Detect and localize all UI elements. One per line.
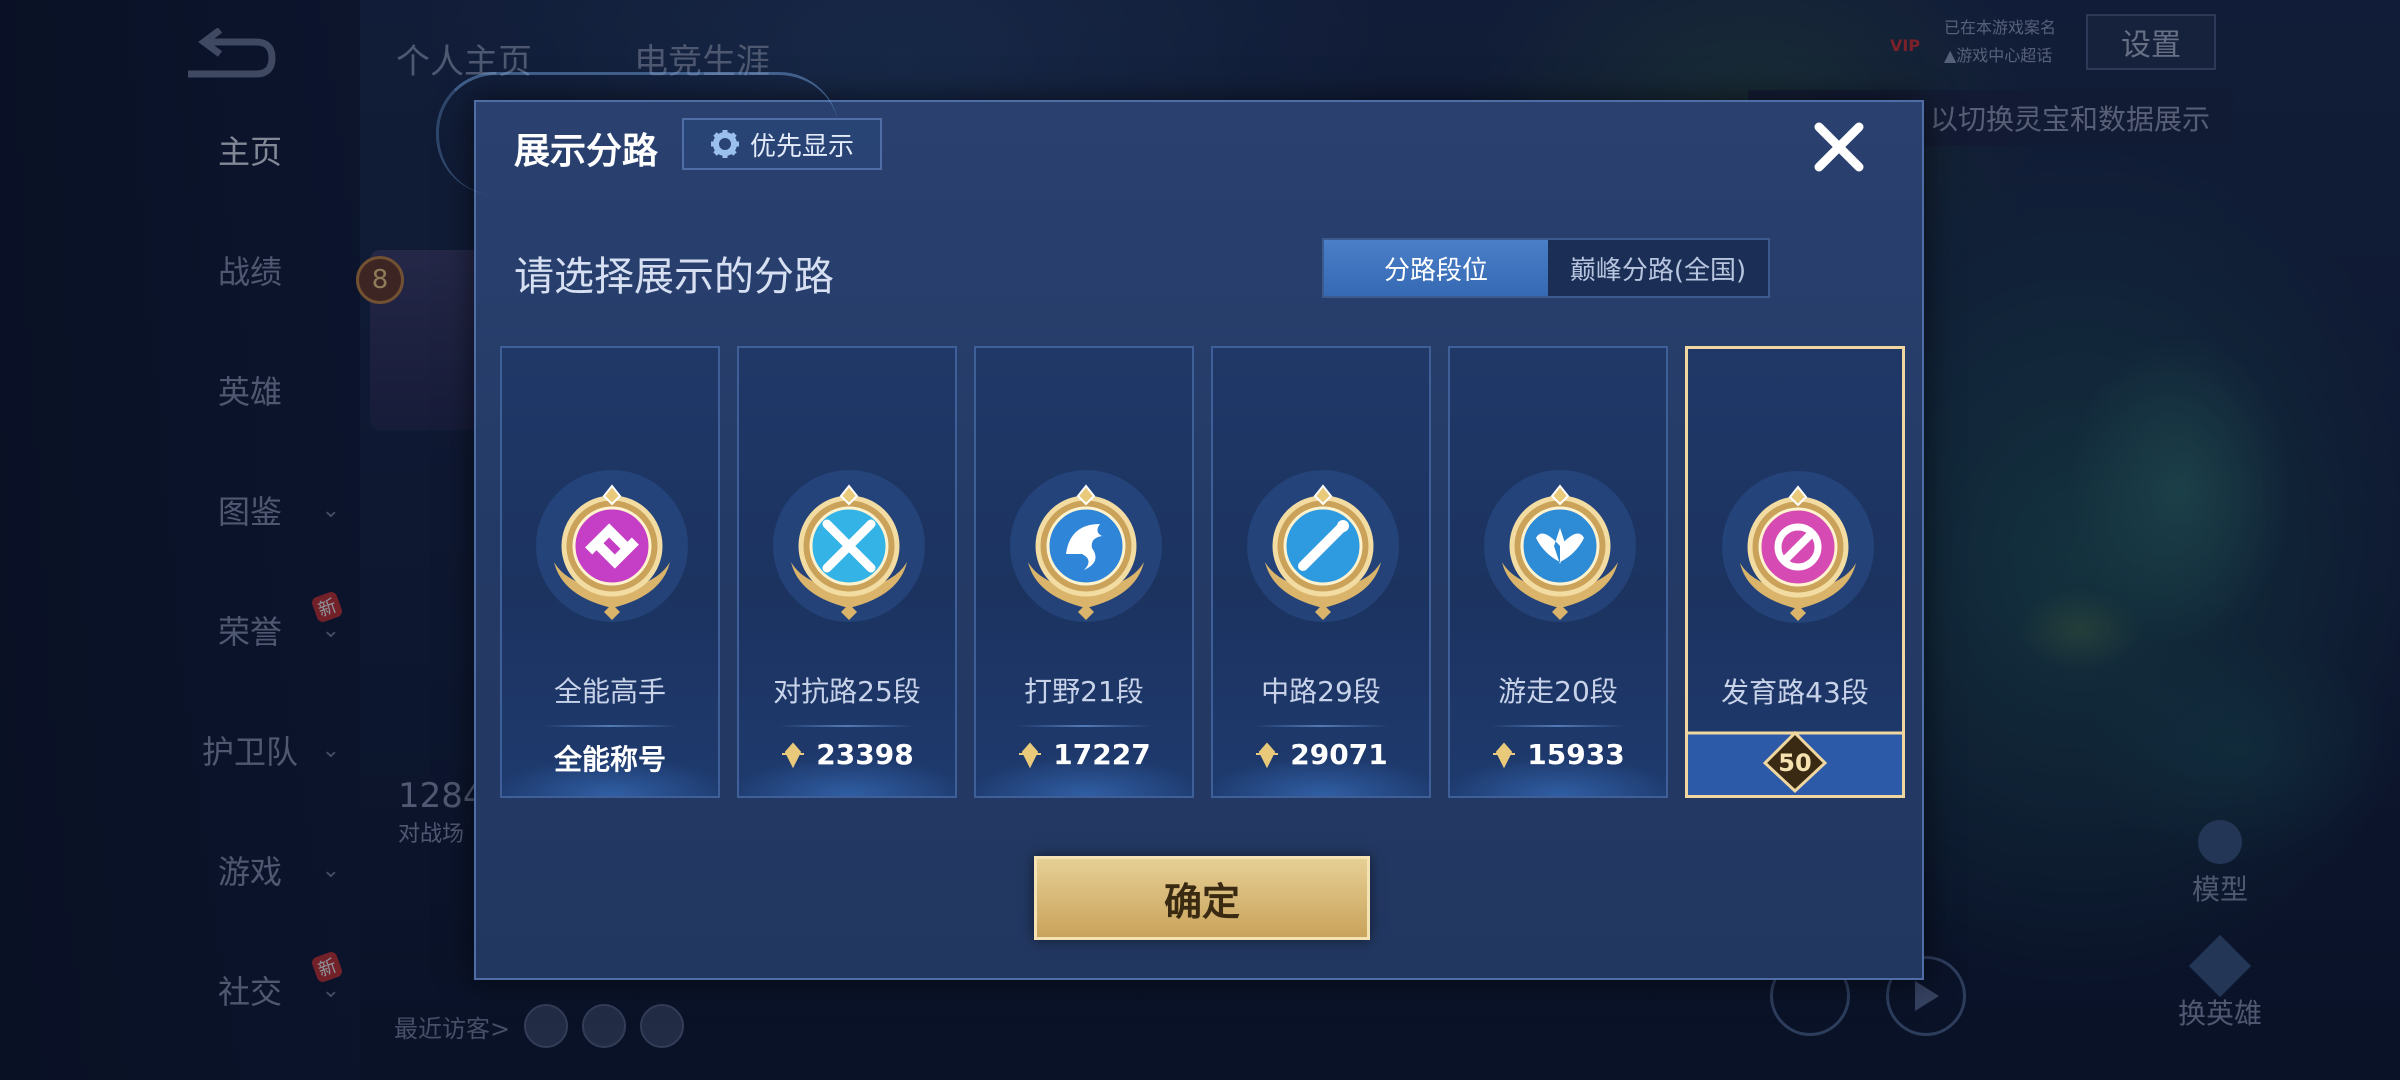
- rank-badge-icon: [532, 466, 692, 626]
- confirm-label: 确定: [1163, 879, 1240, 924]
- lane-card[interactable]: 对抗路25段 23398: [737, 346, 957, 798]
- lane-name: 对抗路25段: [773, 675, 921, 708]
- lane-name: 打野21段: [1024, 675, 1144, 708]
- lane-card[interactable]: 游走20段 15933: [1448, 346, 1668, 798]
- rank-badge-icon: [1718, 467, 1878, 627]
- lane-mode-tabs: 分路段位 巅峰分路(全国): [1322, 238, 1770, 298]
- star-count: 50: [1778, 749, 1812, 777]
- lane-name: 全能高手: [553, 675, 666, 708]
- modal-subtitle: 请选择展示的分路: [514, 254, 834, 300]
- tab-peak-lane-national[interactable]: 巅峰分路(全国): [1548, 240, 1768, 296]
- divider: [1016, 725, 1152, 727]
- rank-badge-icon: [769, 466, 929, 626]
- lane-score-value: 15933: [1527, 738, 1625, 771]
- lane-card[interactable]: 发育路43段 50: [1685, 346, 1905, 798]
- confirm-button[interactable]: 确定: [1034, 856, 1370, 940]
- lane-score: 15933: [1450, 738, 1666, 771]
- lane-card[interactable]: 打野21段 17227: [974, 346, 1194, 798]
- divider: [1253, 725, 1389, 727]
- score-gem-icon: [1491, 741, 1517, 768]
- lane-score-value: 17227: [1053, 738, 1151, 771]
- rank-badge-icon: [1480, 466, 1640, 626]
- divider: [779, 725, 915, 727]
- lane-display-modal: 展示分路 优先显示 请选择展示的分路 分路段位 巅峰分路(全国) 全能高手全能称…: [436, 72, 1924, 980]
- rank-badge-icon: [1006, 466, 1166, 626]
- lane-score-value: 29071: [1290, 738, 1388, 771]
- priority-display-label: 优先显示: [749, 131, 854, 162]
- lane-score-value: 23398: [816, 738, 914, 771]
- lane-name: 中路29段: [1261, 675, 1381, 708]
- close-button[interactable]: [1804, 112, 1874, 182]
- divider: [542, 725, 678, 727]
- divider: [1490, 725, 1626, 727]
- close-icon: [1814, 122, 1864, 172]
- lane-name: 游走20段: [1498, 675, 1618, 708]
- lane-score: 23398: [739, 738, 955, 771]
- score-gem-icon: [780, 741, 806, 768]
- priority-display-button[interactable]: 优先显示: [682, 118, 882, 170]
- star-banner: 50: [1688, 725, 1902, 795]
- lane-name: 发育路43段: [1721, 676, 1869, 709]
- score-gem-icon: [1254, 741, 1280, 768]
- lane-score: 29071: [1213, 738, 1429, 771]
- lane-score: 全能称号: [502, 738, 718, 778]
- modal-title: 展示分路: [514, 131, 659, 172]
- lane-card[interactable]: 中路29段 29071: [1211, 346, 1431, 798]
- tab-lane-rank[interactable]: 分路段位: [1324, 240, 1548, 296]
- score-gem-icon: [1017, 741, 1043, 768]
- rank-badge-icon: [1243, 466, 1403, 626]
- lane-score-value: 全能称号: [553, 743, 666, 776]
- lane-card[interactable]: 全能高手 全能称号: [500, 346, 720, 798]
- lane-score: 17227: [976, 738, 1192, 771]
- gear-icon: [710, 130, 739, 158]
